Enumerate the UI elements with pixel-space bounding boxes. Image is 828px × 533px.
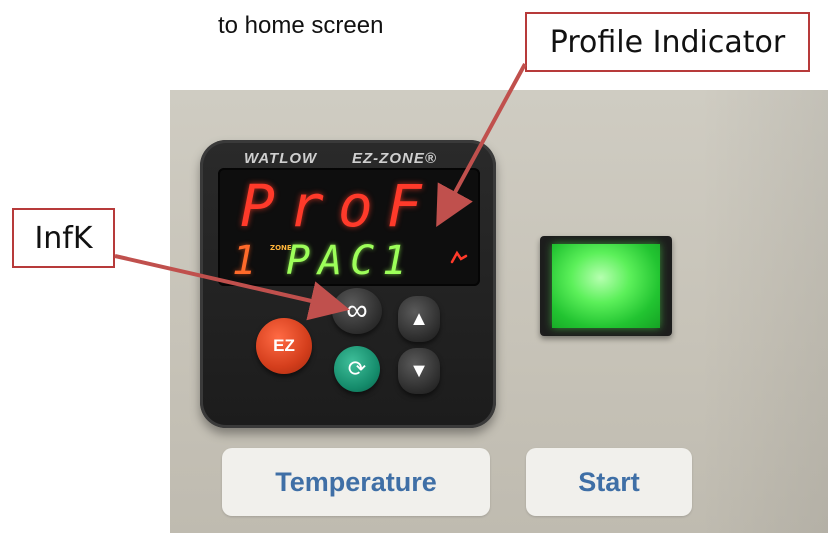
upper-display-readout: ProF <box>240 172 436 240</box>
profile-indicator-callout: Profile Indicator <box>525 12 810 72</box>
brand-logo: WATLOW <box>244 150 318 167</box>
infk-callout: InfK <box>12 208 115 268</box>
zone-number: 1 <box>232 238 257 284</box>
start-label: Start <box>526 448 692 516</box>
temperature-label: Temperature <box>222 448 490 516</box>
zone-label: ZONE <box>270 244 292 252</box>
advance-button[interactable]: ⟳ <box>334 346 380 392</box>
start-lamp-button[interactable] <box>552 244 660 328</box>
ez-button[interactable]: EZ <box>256 318 312 374</box>
model-label: EZ-ZONE® <box>352 150 437 167</box>
up-arrow-button[interactable]: ▲ <box>398 296 440 342</box>
led-display: ProF 1 ZONE PAC1 <box>218 168 480 286</box>
infinity-button[interactable]: ∞ <box>332 288 382 334</box>
profile-indicator-icon <box>450 250 468 264</box>
lower-display-readout: PAC1 <box>286 238 415 284</box>
down-arrow-button[interactable]: ▼ <box>398 348 440 394</box>
caption-text: to home screen <box>218 12 384 39</box>
panel-shading <box>700 90 828 533</box>
